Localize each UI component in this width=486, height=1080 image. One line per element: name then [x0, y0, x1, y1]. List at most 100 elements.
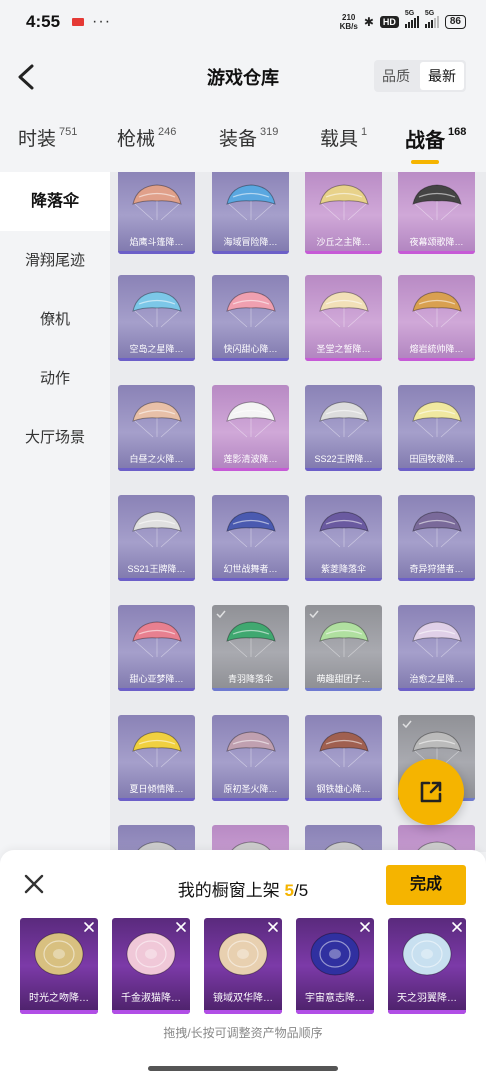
grid-item[interactable]: [398, 825, 475, 852]
sidebar-item-lobby-scene[interactable]: 大厅场景: [0, 408, 110, 467]
tab-firearms[interactable]: 枪械 246: [117, 124, 176, 151]
tab-supplies[interactable]: 战备 168: [405, 124, 466, 153]
network-rate-value: 210: [342, 13, 356, 22]
remove-icon[interactable]: [267, 921, 279, 933]
parachute-icon: [225, 184, 276, 221]
remove-icon[interactable]: [359, 921, 371, 933]
showcase-slot[interactable]: 时光之吻降…: [20, 918, 98, 1014]
grid-item-name: 熔岩統帅降…: [409, 344, 464, 354]
grid-item[interactable]: 焰鹰斗篷降…: [118, 172, 195, 254]
grid-item[interactable]: 莲影清波降…: [212, 385, 289, 471]
tab-count: 168: [448, 126, 467, 138]
showcase-slot[interactable]: 天之羽翼降…: [388, 918, 466, 1014]
close-button[interactable]: [22, 872, 46, 896]
rarity-bar: [305, 578, 382, 581]
parachute-icon: [34, 932, 84, 976]
grid-item[interactable]: 紫菱降落伞: [305, 495, 382, 581]
grid-item-name: 夜幕颂歌降…: [409, 237, 464, 247]
active-tab-indicator: [411, 160, 439, 164]
parachute-icon: [218, 932, 268, 976]
grid-item[interactable]: 圣堂之誓降…: [305, 275, 382, 361]
grid-item[interactable]: 甜心亚梦降…: [118, 605, 195, 691]
rarity-bar: [305, 468, 382, 471]
sort-latest-option[interactable]: 最新: [420, 62, 464, 90]
grid-item[interactable]: 快闪甜心降…: [212, 275, 289, 361]
sidebar-item-glide-trail[interactable]: 滑翔尾迹: [0, 231, 110, 290]
header: 游戏仓库 品质 最新: [0, 50, 486, 104]
grid-item[interactable]: 奇异狩猎者…: [398, 495, 475, 581]
sidebar-item-wingman[interactable]: 僚机: [0, 290, 110, 349]
grid-item-name: SS22王牌降…: [314, 454, 373, 464]
tab-label: 装备: [219, 129, 258, 150]
hd-icon: HD: [379, 16, 399, 28]
rarity-bar: [20, 1010, 98, 1014]
parachute-icon: [131, 621, 182, 658]
parachute-icon: [126, 932, 176, 976]
grid-item[interactable]: 夜幕颂歌降…: [398, 172, 475, 254]
grid-item[interactable]: [118, 825, 195, 852]
parachute-icon: [318, 621, 369, 658]
remove-icon[interactable]: [83, 921, 95, 933]
checkmark-icon: [402, 720, 412, 729]
rarity-bar: [212, 468, 289, 471]
showcase-slot-name: 宇宙意志降…: [305, 993, 365, 1004]
grid-item[interactable]: 熔岩統帅降…: [398, 275, 475, 361]
tab-label: 战备: [405, 130, 445, 152]
showcase-panel: 我的橱窗上架 5/5 完成 时光之吻降… 千金淑猫降… 镜域双华降… 宇宙意志降… 天之…: [0, 850, 486, 1080]
parachute-icon: [225, 621, 276, 658]
grid-item[interactable]: 治愈之星降…: [398, 605, 475, 691]
grid-item[interactable]: 白昼之火降…: [118, 385, 195, 471]
grid-item[interactable]: SS22王牌降…: [305, 385, 382, 471]
grid-item[interactable]: [305, 825, 382, 852]
grid-item[interactable]: 空岛之星降…: [118, 275, 195, 361]
rarity-bar: [398, 688, 475, 691]
rarity-bar: [305, 798, 382, 801]
showcase-total-count: 5: [298, 881, 309, 900]
showcase-slot-name: 镜域双华降…: [213, 993, 273, 1004]
sort-quality-option[interactable]: 品质: [374, 60, 418, 92]
rarity-bar: [305, 688, 382, 691]
signal-label: 5G: [404, 10, 415, 17]
remove-icon[interactable]: [451, 921, 463, 933]
parachute-icon: [411, 511, 462, 548]
tab-equipment[interactable]: 装备 319: [219, 124, 278, 151]
showcase-current-count: 5: [284, 881, 294, 900]
parachute-icon: [411, 184, 462, 221]
grid-item[interactable]: 萌趣甜团子…: [305, 605, 382, 691]
grid-item-name: 萌趣甜团子…: [316, 674, 371, 684]
grid-item[interactable]: 青羽降落伞: [212, 605, 289, 691]
parachute-icon: [131, 291, 182, 328]
grid-item[interactable]: [212, 825, 289, 852]
share-button[interactable]: [398, 759, 464, 825]
tab-fashion[interactable]: 时装 751: [18, 124, 77, 151]
home-indicator[interactable]: [148, 1066, 338, 1071]
tab-vehicles[interactable]: 载具 1: [320, 124, 367, 151]
showcase-slot[interactable]: 千金淑猫降…: [112, 918, 190, 1014]
back-button[interactable]: [12, 60, 42, 94]
grid-item[interactable]: 沙丘之主降…: [305, 172, 382, 254]
sidebar-item-emote[interactable]: 动作: [0, 349, 110, 408]
tab-count: 319: [260, 126, 279, 138]
grid-item[interactable]: 海域冒险降…: [212, 172, 289, 254]
sidebar: 降落伞 滑翔尾迹 僚机 动作 大厅场景: [0, 172, 110, 852]
grid-item[interactable]: 田园牧歌降…: [398, 385, 475, 471]
showcase-slot[interactable]: 镜域双华降…: [204, 918, 282, 1014]
sort-toggle: 品质 最新: [374, 60, 466, 92]
grid-item[interactable]: 钢铁雄心降…: [305, 715, 382, 801]
rarity-bar: [296, 1010, 374, 1014]
grid-item[interactable]: 幻世战舞者…: [212, 495, 289, 581]
reorder-hint: 拖拽/长按可调整资产物品顺序: [163, 1026, 323, 1040]
checkmark-icon: [216, 610, 226, 619]
rarity-bar: [398, 251, 475, 254]
done-button[interactable]: 完成: [386, 865, 466, 905]
rarity-bar: [118, 798, 195, 801]
grid-item[interactable]: SS21王牌降…: [118, 495, 195, 581]
grid-item[interactable]: 夏日倾情降…: [118, 715, 195, 801]
parachute-icon: [131, 511, 182, 548]
tab-label: 时装: [18, 129, 57, 150]
showcase-slot[interactable]: 宇宙意志降…: [296, 918, 374, 1014]
remove-icon[interactable]: [175, 921, 187, 933]
rarity-bar: [112, 1010, 190, 1014]
grid-item[interactable]: 原初圣火降…: [212, 715, 289, 801]
sidebar-item-parachute[interactable]: 降落伞: [0, 172, 110, 231]
